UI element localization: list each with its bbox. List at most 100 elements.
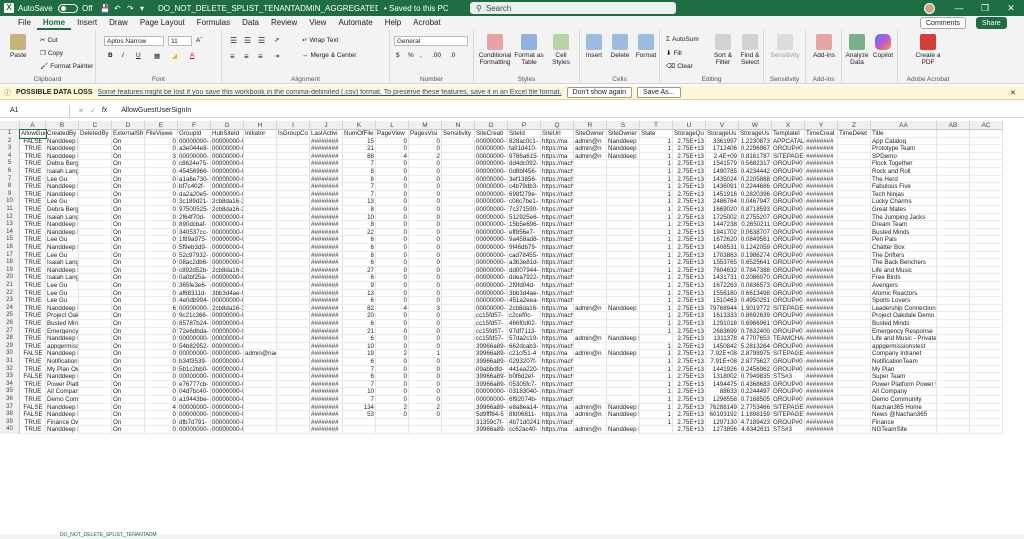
- table-cell[interactable]: 1: [409, 350, 442, 358]
- fill-button[interactable]: ⬇ Fill: [666, 49, 682, 58]
- table-cell[interactable]: 5.2813264: [739, 342, 772, 351]
- table-cell[interactable]: 2.75E+13: [673, 168, 706, 176]
- table-cell[interactable]: 54b82952-: [178, 342, 211, 351]
- table-cell[interactable]: Lee Gu: [46, 251, 79, 260]
- table-cell[interactable]: 3ef13856-: [508, 175, 541, 184]
- avatar[interactable]: [924, 0, 935, 16]
- tab-page-layout[interactable]: Page Layout: [134, 16, 191, 30]
- table-cell[interactable]: [607, 373, 640, 381]
- table-cell[interactable]: admin@n: [574, 350, 607, 358]
- table-cell[interactable]: 1: [640, 206, 673, 214]
- table-cell[interactable]: [79, 198, 112, 206]
- table-cell[interactable]: 00000000-: [178, 411, 211, 419]
- table-cell[interactable]: [244, 137, 277, 146]
- table-cell[interactable]: 00000000-0000-0000-0000-00000000: [211, 221, 244, 229]
- row-header[interactable]: 11: [0, 206, 20, 214]
- table-cell[interactable]: admin@n: [574, 137, 607, 146]
- table-cell[interactable]: 0: [409, 190, 442, 199]
- table-cell[interactable]: 00000000-: [475, 259, 508, 267]
- table-cell[interactable]: 0.8718593: [739, 206, 772, 214]
- table-cell[interactable]: [838, 266, 871, 275]
- table-cell[interactable]: 0: [376, 175, 409, 184]
- table-cell[interactable]: appgermissionstest: [871, 342, 937, 351]
- tab-draw[interactable]: Draw: [103, 16, 134, 30]
- table-cell[interactable]: [79, 274, 112, 282]
- align-bottom-icon[interactable]: ☰: [258, 36, 265, 45]
- table-cell[interactable]: SITEPAGE: [772, 411, 805, 419]
- table-cell[interactable]: [277, 365, 310, 374]
- table-cell[interactable]: ########: [310, 320, 343, 328]
- table-cell[interactable]: [970, 213, 1003, 222]
- table-cell[interactable]: 0: [409, 266, 442, 275]
- table-cell[interactable]: On: [112, 418, 145, 427]
- table-cell[interactable]: 00000000-0000-0000-0000-00000000: [211, 365, 244, 374]
- table-cell[interactable]: [442, 183, 475, 191]
- table-cell[interactable]: 1: [640, 244, 673, 252]
- table-cell[interactable]: 0: [145, 418, 178, 427]
- sensitivity-button[interactable]: Sensitivity: [768, 34, 802, 59]
- table-cell[interactable]: 1613333: [706, 312, 739, 320]
- table-cell[interactable]: 451a2eea-: [508, 297, 541, 305]
- row-header[interactable]: 21: [0, 282, 20, 290]
- table-cell[interactable]: Nanddeep Nachan: [607, 335, 640, 343]
- table-cell[interactable]: 7: [343, 190, 376, 199]
- table-cell[interactable]: Chatter Box: [871, 244, 937, 252]
- table-cell[interactable]: [79, 175, 112, 184]
- table-cell[interactable]: [574, 198, 607, 206]
- table-cell[interactable]: [442, 350, 475, 358]
- table-cell[interactable]: TRUE: [20, 312, 46, 320]
- table-cell[interactable]: 2.75E+13: [673, 327, 706, 336]
- table-cell[interactable]: 0: [145, 236, 178, 244]
- table-cell[interactable]: 0.2086070: [739, 274, 772, 282]
- table-cell[interactable]: 0: [409, 373, 442, 381]
- column-header-X[interactable]: X: [772, 121, 805, 130]
- format-cells-button[interactable]: Format: [634, 34, 658, 59]
- save-icon[interactable]: 💾: [100, 0, 110, 16]
- table-cell[interactable]: a19443be-: [178, 396, 211, 404]
- table-cell[interactable]: a3e044e8-: [178, 145, 211, 153]
- table-cell[interactable]: Busted Minds Owner: [46, 320, 79, 328]
- table-cell[interactable]: 0: [409, 320, 442, 328]
- table-cell[interactable]: [970, 289, 1003, 298]
- table-cell[interactable]: ########: [805, 396, 838, 404]
- table-cell[interactable]: [244, 304, 277, 313]
- column-header-A[interactable]: A: [20, 121, 46, 130]
- table-cell[interactable]: Nanddeep Nachan: [46, 350, 79, 358]
- table-cell[interactable]: NotificationTeam: [871, 358, 937, 366]
- table-cell[interactable]: [442, 312, 475, 320]
- table-cell[interactable]: 00000000-0000-0000-0000-00000000: [211, 312, 244, 320]
- table-cell[interactable]: 0: [376, 206, 409, 214]
- table-cell[interactable]: [79, 373, 112, 381]
- table-cell[interactable]: ########: [805, 312, 838, 320]
- table-cell[interactable]: cc62ac40-: [508, 426, 541, 434]
- table-cell[interactable]: 2.7753466: [739, 403, 772, 412]
- table-cell[interactable]: On: [112, 190, 145, 199]
- table-cell[interactable]: TRUE: [20, 221, 46, 229]
- table-cell[interactable]: [574, 213, 607, 222]
- table-cell[interactable]: [937, 358, 970, 366]
- table-cell[interactable]: 00000000-0000-0000-0000-00000000: [211, 259, 244, 267]
- table-cell[interactable]: 0: [376, 373, 409, 381]
- table-cell[interactable]: [79, 221, 112, 229]
- table-cell[interactable]: 0: [145, 251, 178, 260]
- table-cell[interactable]: 9a458ad8-: [508, 236, 541, 244]
- table-cell[interactable]: [442, 297, 475, 305]
- table-cell[interactable]: 2.4E+09: [706, 152, 739, 161]
- table-cell[interactable]: 1541579: [706, 160, 739, 168]
- table-cell[interactable]: [970, 358, 1003, 366]
- table-cell[interactable]: ########: [805, 213, 838, 222]
- table-cell[interactable]: [442, 221, 475, 229]
- table-cell[interactable]: Nanddeep Nachan: [46, 266, 79, 275]
- table-cell[interactable]: https://nachan365.sharepoint.com/sites/: [541, 259, 574, 267]
- column-header-J[interactable]: J: [310, 121, 343, 130]
- table-cell[interactable]: [574, 244, 607, 252]
- table-cell[interactable]: Nanddeep Nachan: [46, 137, 79, 146]
- table-cell[interactable]: 1: [640, 228, 673, 237]
- column-header-V[interactable]: V: [706, 121, 739, 130]
- table-cell[interactable]: [79, 426, 112, 434]
- row-header[interactable]: 37: [0, 403, 20, 412]
- orientation-icon[interactable]: ⇗: [274, 36, 279, 44]
- table-cell[interactable]: [244, 297, 277, 305]
- table-cell[interactable]: 2.75E+13: [673, 335, 706, 343]
- table-cell[interactable]: 22: [343, 228, 376, 237]
